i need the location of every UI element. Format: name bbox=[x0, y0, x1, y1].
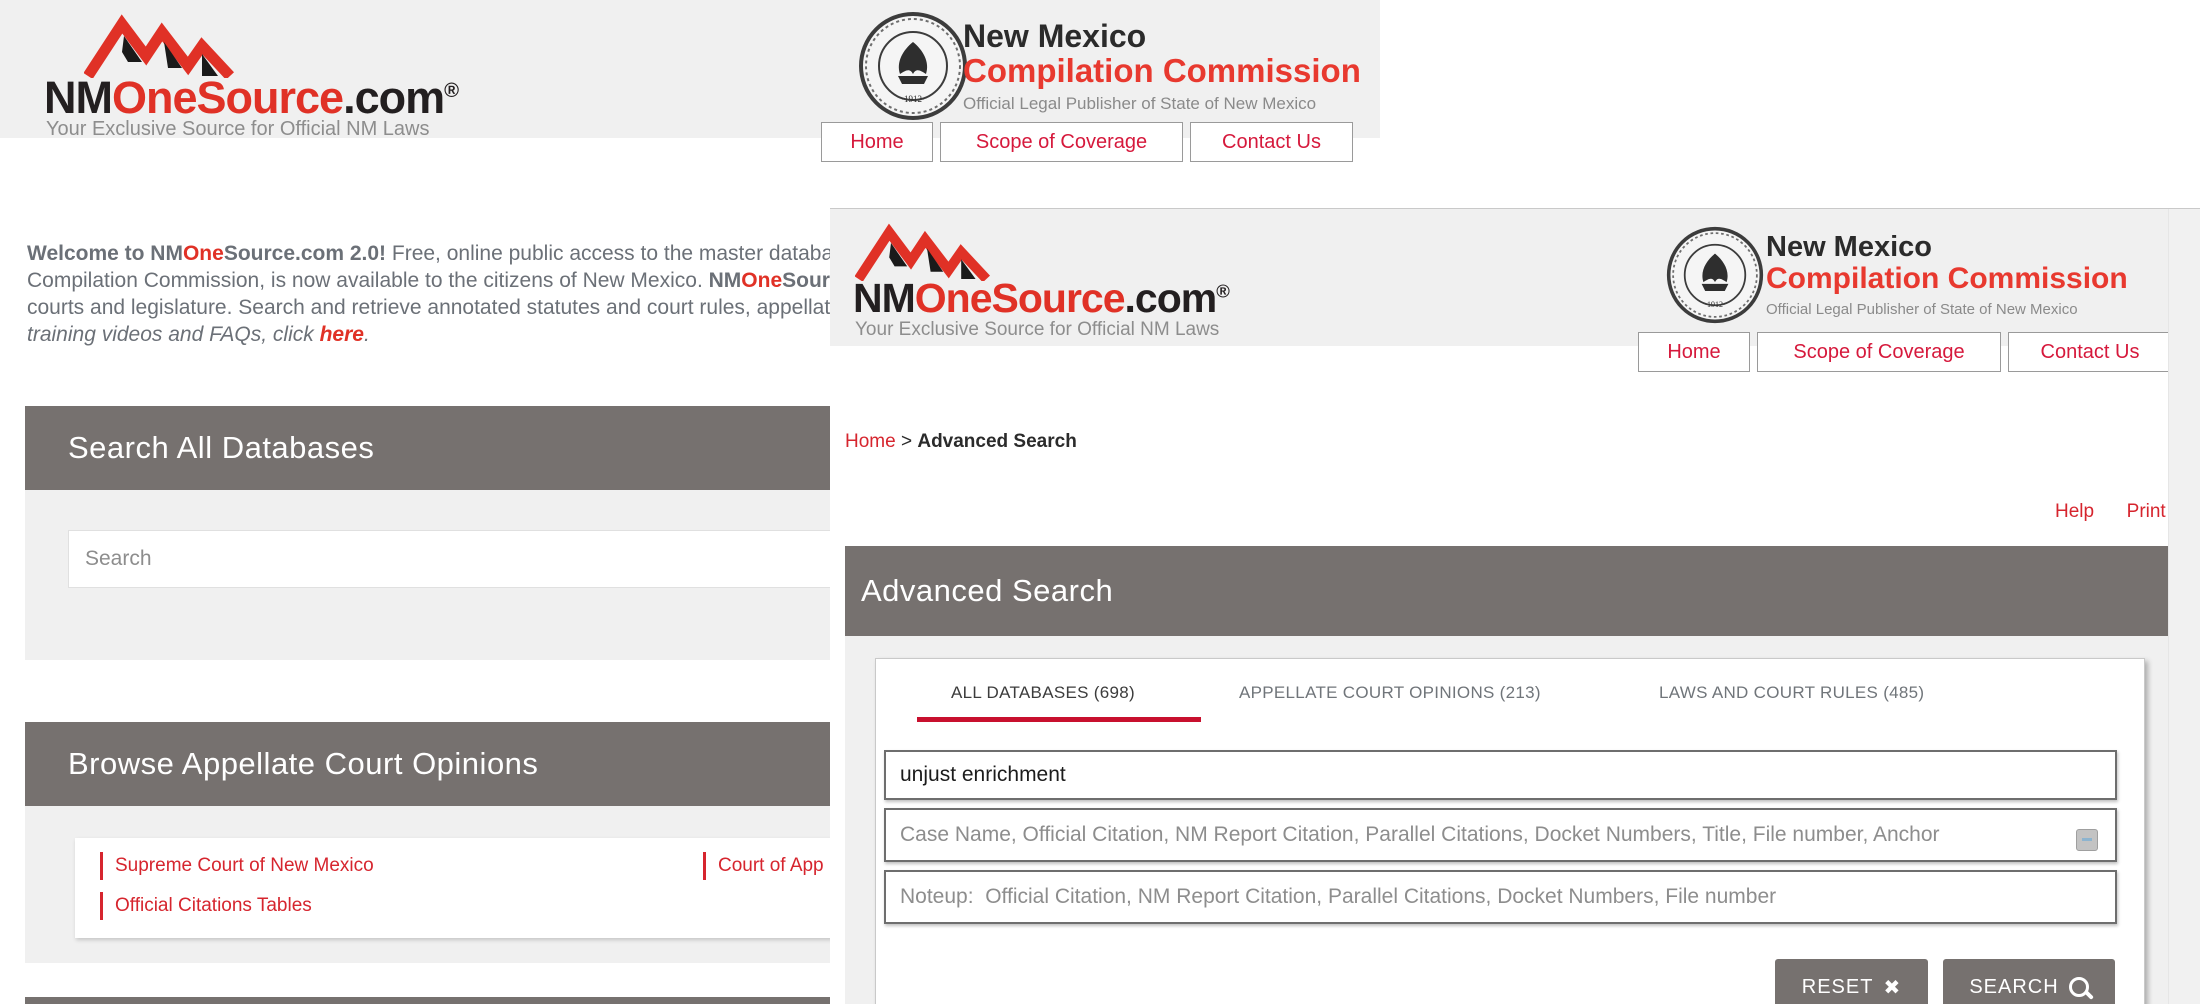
advanced-search-title: Advanced Search bbox=[861, 573, 1113, 609]
tab-laws-court-rules[interactable]: LAWS AND COURT RULES (485) bbox=[1659, 683, 1924, 703]
screen: NMOneSource.com® Your Exclusive Source f… bbox=[0, 0, 2200, 1004]
base-nav-home[interactable]: Home bbox=[821, 122, 933, 162]
breadcrumb: Home > Advanced Search bbox=[845, 431, 1077, 453]
search-all-databases-title: Search All Databases bbox=[68, 430, 374, 466]
overlay-nav-contact[interactable]: Contact Us bbox=[2008, 332, 2172, 372]
tagline: Your Exclusive Source for Official NM La… bbox=[855, 319, 1219, 341]
link-supreme-court[interactable]: Supreme Court of New Mexico bbox=[100, 852, 374, 880]
active-tab-underline bbox=[917, 717, 1201, 722]
nm-state-seal: ·1912· bbox=[1666, 225, 1764, 325]
link-official-citations[interactable]: Official Citations Tables bbox=[100, 892, 312, 920]
base-nav-scope[interactable]: Scope of Coverage bbox=[940, 122, 1183, 162]
nmonesource-logo[interactable]: NMOneSource.com® bbox=[853, 275, 1229, 322]
svg-text:·1912·: ·1912· bbox=[901, 94, 925, 104]
noteup-input[interactable] bbox=[884, 870, 2117, 924]
cc-title-line1: New Mexico bbox=[963, 18, 1146, 55]
reset-button[interactable]: RESET✖ bbox=[1775, 959, 1928, 1004]
magnifier-icon bbox=[2069, 977, 2089, 997]
link-court-of-appeals[interactable]: Court of App bbox=[703, 852, 824, 880]
cc-subtitle: Official Legal Publisher of State of New… bbox=[963, 94, 1316, 114]
tab-all-databases[interactable]: ALL DATABASES (698) bbox=[951, 683, 1135, 703]
cc-title-line2: Compilation Commission bbox=[963, 52, 1361, 90]
autofill-extension-icon[interactable] bbox=[2076, 829, 2098, 851]
case-fields-input[interactable] bbox=[884, 808, 2117, 862]
tagline: Your Exclusive Source for Official NM La… bbox=[46, 118, 430, 141]
browse-opinions-title: Browse Appellate Court Opinions bbox=[68, 746, 538, 782]
svg-text:·1912·: ·1912· bbox=[1704, 300, 1725, 309]
search-button[interactable]: SEARCH bbox=[1943, 959, 2115, 1004]
breadcrumb-current: Advanced Search bbox=[917, 431, 1076, 452]
nm-state-seal: ·1912· bbox=[858, 10, 968, 122]
breadcrumb-home-link[interactable]: Home bbox=[845, 431, 896, 452]
utility-links: Help Print bbox=[2055, 501, 2166, 523]
base-nav-contact[interactable]: Contact Us bbox=[1190, 122, 1353, 162]
cc-title-line1: New Mexico bbox=[1766, 231, 1932, 264]
x-icon: ✖ bbox=[1883, 975, 1901, 1000]
help-link[interactable]: Help bbox=[2055, 501, 2094, 522]
overlay-nav-scope[interactable]: Scope of Coverage bbox=[1757, 332, 2001, 372]
cc-title-line2: Compilation Commission bbox=[1766, 262, 2128, 296]
query-input[interactable] bbox=[884, 750, 2117, 800]
here-link[interactable]: here bbox=[320, 323, 364, 346]
nmonesource-logo[interactable]: NMOneSource.com® bbox=[44, 72, 458, 124]
tab-appellate-opinions[interactable]: APPELLATE COURT OPINIONS (213) bbox=[1239, 683, 1541, 703]
cc-subtitle: Official Legal Publisher of State of New… bbox=[1766, 301, 2078, 318]
advanced-search-window: NMOneSource.com® Your Exclusive Source f… bbox=[830, 208, 2200, 1004]
advanced-search-bar: Advanced Search bbox=[845, 546, 2168, 636]
print-link[interactable]: Print bbox=[2127, 501, 2166, 522]
nmonesource-mountains-icon bbox=[84, 14, 234, 78]
scrollbar-track[interactable] bbox=[2168, 209, 2200, 1004]
nmonesource-mountains-icon bbox=[855, 223, 990, 281]
overlay-nav-home[interactable]: Home bbox=[1638, 332, 1750, 372]
